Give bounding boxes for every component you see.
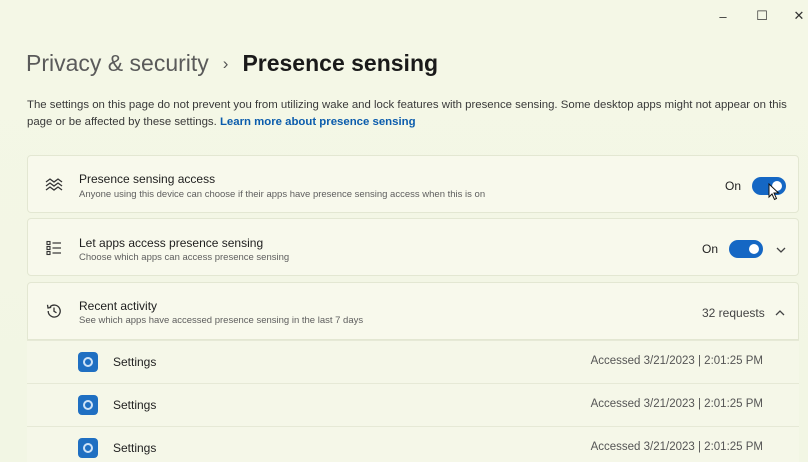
access-timestamp: Accessed 3/21/2023 | 2:01:25 PM [590, 441, 763, 453]
list-item: Settings Accessed 3/21/2023 | 2:01:25 PM [27, 340, 799, 383]
page-title: Presence sensing [242, 50, 439, 76]
mouse-cursor-icon [768, 182, 780, 206]
settings-app-icon [78, 395, 98, 415]
title-bar: – ☐ ✕ [0, 0, 808, 32]
card-subtitle: Anyone using this device can choose if t… [79, 189, 486, 200]
list-item: Settings Accessed 3/21/2023 | 2:01:25 PM [27, 426, 799, 462]
history-icon [44, 301, 64, 321]
app-name: Settings [113, 398, 157, 412]
list-item: Settings Accessed 3/21/2023 | 2:01:25 PM [27, 383, 799, 426]
request-count: 32 requests [702, 306, 765, 320]
chevron-up-icon[interactable] [774, 306, 786, 318]
breadcrumb-parent-link[interactable]: Privacy & security [26, 50, 209, 77]
minimize-button[interactable]: – [713, 6, 733, 26]
card-title: Presence sensing access [79, 172, 216, 186]
presence-sensing-icon [44, 175, 64, 195]
page-description: The settings on this page do not prevent… [27, 97, 807, 131]
card-title: Recent activity [79, 299, 158, 313]
card-title: Let apps access presence sensing [79, 236, 264, 250]
recent-activity-card[interactable]: Recent activity See which apps have acce… [27, 282, 799, 340]
access-timestamp: Accessed 3/21/2023 | 2:01:25 PM [590, 398, 763, 410]
settings-app-icon [78, 438, 98, 458]
learn-more-link[interactable]: Learn more about presence sensing [220, 116, 416, 128]
toggle-state-label: On [702, 242, 719, 256]
card-subtitle: See which apps have accessed presence se… [79, 315, 364, 326]
close-button[interactable]: ✕ [789, 6, 808, 26]
chevron-down-icon[interactable] [775, 243, 787, 255]
let-apps-access-card[interactable]: Let apps access presence sensing Choose … [27, 218, 799, 276]
card-subtitle: Choose which apps can access presence se… [79, 252, 290, 263]
presence-sensing-access-card: Presence sensing access Anyone using thi… [27, 155, 799, 213]
toggle-state-label: On [725, 179, 742, 193]
app-name: Settings [113, 355, 157, 369]
breadcrumb-separator-icon: › [222, 53, 229, 73]
app-list-icon [44, 238, 64, 258]
breadcrumb: Privacy & security › Presence sensing [26, 50, 438, 77]
app-name: Settings [113, 441, 157, 455]
settings-app-icon [78, 352, 98, 372]
let-apps-access-toggle[interactable] [729, 240, 763, 258]
access-timestamp: Accessed 3/21/2023 | 2:01:25 PM [590, 355, 763, 367]
maximize-button[interactable]: ☐ [752, 6, 772, 26]
